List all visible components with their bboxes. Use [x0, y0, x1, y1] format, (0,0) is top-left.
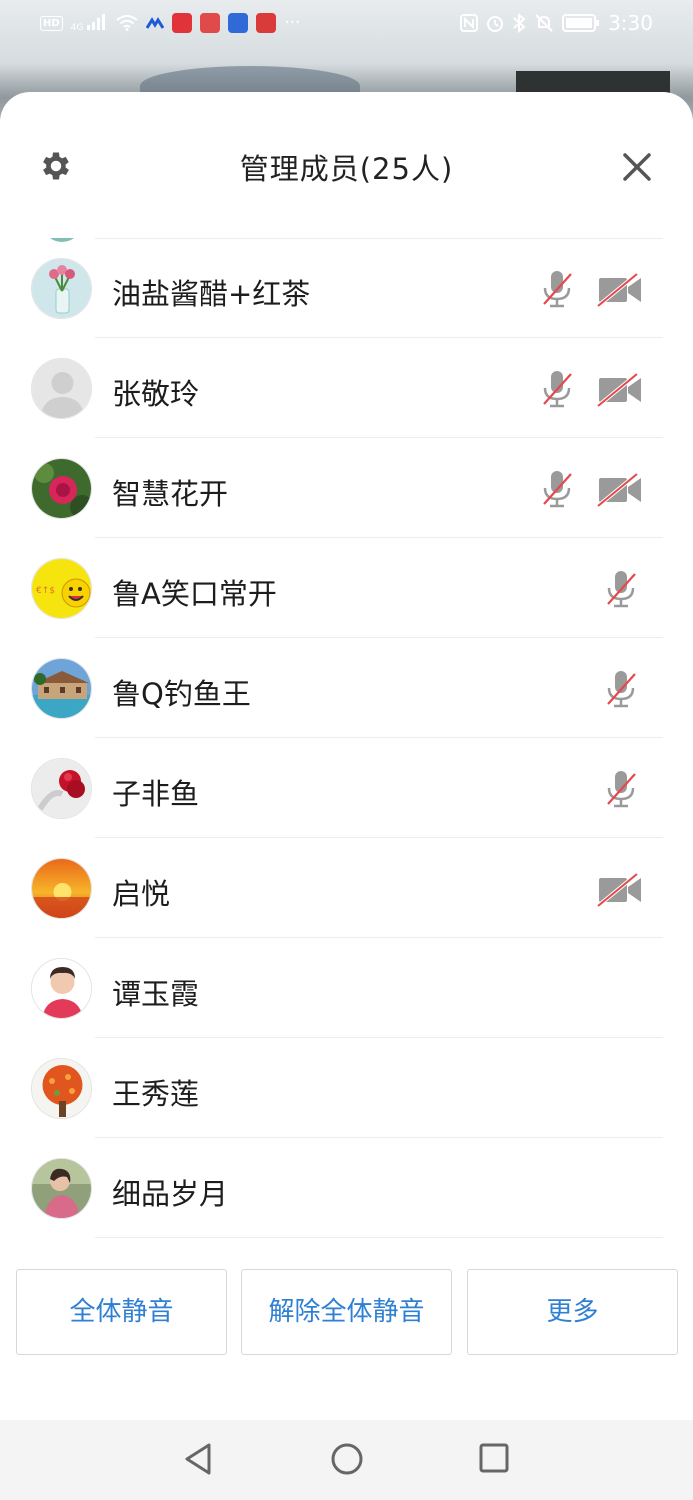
mic-muted-icon[interactable] — [541, 468, 573, 514]
avatar — [31, 1058, 92, 1119]
mic-muted-icon[interactable] — [605, 568, 637, 614]
divider — [95, 1237, 663, 1238]
avatar — [31, 758, 92, 819]
mic-muted-icon[interactable] — [541, 268, 573, 314]
member-row[interactable]: 智慧花开 — [0, 438, 693, 538]
mute-icon — [535, 14, 553, 32]
camera-off-icon[interactable] — [596, 372, 643, 411]
member-row[interactable]: 细品岁月 — [0, 1138, 693, 1238]
avatar — [31, 358, 92, 419]
app-icon — [256, 13, 277, 33]
member-name: 鲁A笑口常开 — [112, 577, 277, 611]
nfc-icon — [460, 14, 479, 32]
avatar — [31, 1158, 92, 1219]
camera-off-icon[interactable] — [596, 272, 643, 311]
page-title: 管理成员(25人) — [239, 152, 454, 186]
avatar — [31, 458, 92, 519]
member-name: 细品岁月 — [112, 1177, 229, 1211]
avatar — [31, 258, 92, 319]
app-icon — [200, 13, 221, 33]
member-row[interactable]: 谭玉霞 — [0, 938, 693, 1038]
home-circle-icon[interactable] — [330, 1442, 364, 1476]
close-icon[interactable] — [620, 150, 654, 184]
wifi-icon — [116, 15, 138, 31]
action-bar: 全体静音 解除全体静音 更多 — [0, 1269, 693, 1355]
member-management-sheet: 管理成员(25人) 油盐酱醋+红茶 张敬玲智慧花开 €↑$ 鲁A笑口常开 鲁Q钓鱼王子非… — [0, 92, 693, 1420]
member-name: 鲁Q钓鱼王 — [112, 677, 251, 711]
avatar — [31, 658, 92, 719]
svg-text:€↑$: €↑$ — [36, 586, 55, 596]
member-name: 王秀莲 — [112, 1077, 200, 1111]
member-row[interactable]: 王秀莲 — [0, 1038, 693, 1138]
member-row[interactable]: 油盐酱醋+红茶 — [0, 238, 693, 338]
avatar — [31, 958, 92, 1019]
member-name: 谭玉霞 — [112, 977, 200, 1011]
app-icon — [228, 13, 249, 33]
more-icon: ··· — [284, 13, 301, 33]
member-name: 子非鱼 — [112, 777, 200, 811]
member-row[interactable]: 子非鱼 — [0, 738, 693, 838]
member-row[interactable]: 张敬玲 — [0, 338, 693, 438]
signal-icon: 4G — [71, 13, 109, 33]
hd-icon: HD — [40, 15, 63, 31]
status-bar: HD 4G ··· 3:30 — [0, 0, 693, 46]
member-name: 智慧花开 — [112, 477, 229, 511]
system-nav-bar — [0, 1420, 693, 1500]
alarm-icon — [487, 16, 504, 32]
bluetooth-icon — [513, 13, 526, 33]
member-row[interactable]: €↑$ 鲁A笑口常开 — [0, 538, 693, 638]
battery-icon — [562, 14, 600, 32]
member-row[interactable]: 启悦 — [0, 838, 693, 938]
mic-muted-icon[interactable] — [605, 668, 637, 714]
app-icon — [172, 13, 193, 33]
mute-all-button[interactable]: 全体静音 — [16, 1269, 227, 1355]
avatar — [31, 858, 92, 919]
clock: 3:30 — [608, 11, 653, 35]
mic-muted-icon[interactable] — [541, 368, 573, 414]
camera-off-icon[interactable] — [596, 872, 643, 911]
member-name: 启悦 — [112, 877, 171, 911]
unmute-all-button[interactable]: 解除全体静音 — [241, 1269, 452, 1355]
avatar: €↑$ — [31, 558, 92, 619]
recents-square-icon[interactable] — [478, 1442, 510, 1474]
back-triangle-icon[interactable] — [183, 1442, 213, 1476]
mic-muted-icon[interactable] — [605, 768, 637, 814]
sheet-header: 管理成员(25人) — [0, 92, 693, 238]
member-name: 张敬玲 — [112, 377, 200, 411]
member-name: 油盐酱醋+红茶 — [112, 277, 311, 311]
app-icon — [146, 17, 165, 29]
more-button[interactable]: 更多 — [467, 1269, 678, 1355]
camera-off-icon[interactable] — [596, 472, 643, 511]
member-list[interactable]: 油盐酱醋+红茶 张敬玲智慧花开 €↑$ 鲁A笑口常开 鲁Q钓鱼王子非鱼启悦谭玉霞王秀莲细… — [0, 238, 693, 1238]
member-row[interactable]: 鲁Q钓鱼王 — [0, 638, 693, 738]
